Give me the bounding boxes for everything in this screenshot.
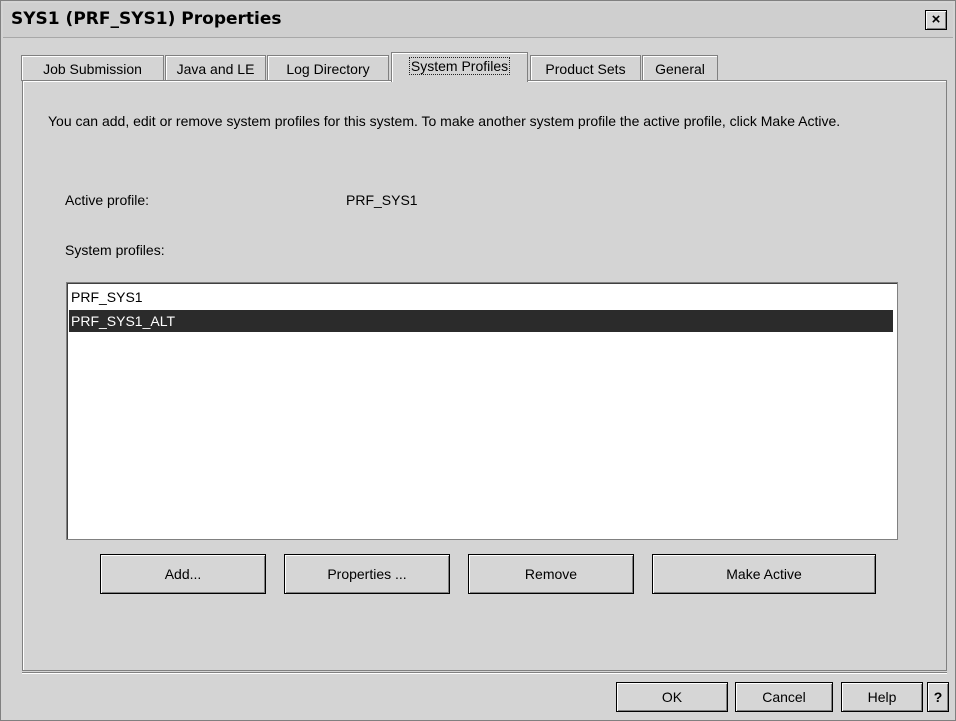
list-item[interactable]: PRF_SYS1 — [69, 286, 893, 308]
system-profiles-label: System profiles: — [65, 242, 165, 258]
remove-button[interactable]: Remove — [468, 554, 634, 594]
title-bar[interactable]: SYS1 (PRF_SYS1) Properties × — [3, 3, 953, 38]
help-button[interactable]: Help — [841, 682, 923, 712]
tab-log-directory[interactable]: Log Directory — [267, 55, 389, 81]
close-button[interactable]: × — [925, 10, 947, 30]
tab-job-submission[interactable]: Job Submission — [21, 55, 164, 81]
question-mark-icon: ? — [933, 689, 943, 705]
list-item-selected[interactable]: PRF_SYS1_ALT — [69, 310, 893, 332]
properties-dialog: SYS1 (PRF_SYS1) Properties × Job Submiss… — [0, 0, 956, 721]
tab-general[interactable]: General — [642, 55, 718, 81]
active-profile-value: PRF_SYS1 — [346, 192, 418, 208]
make-active-button[interactable]: Make Active — [652, 554, 876, 594]
active-profile-label: Active profile: — [65, 192, 150, 208]
footer-divider — [22, 672, 947, 674]
tab-system-profiles[interactable]: System Profiles — [391, 52, 528, 82]
close-icon: × — [931, 11, 941, 28]
context-help-button[interactable]: ? — [927, 682, 949, 712]
panel-description: You can add, edit or remove system profi… — [48, 113, 841, 129]
ok-button[interactable]: OK — [616, 682, 728, 712]
tab-product-sets[interactable]: Product Sets — [530, 55, 641, 81]
system-profiles-list[interactable]: PRF_SYS1 PRF_SYS1_ALT — [66, 282, 898, 540]
cancel-button[interactable]: Cancel — [735, 682, 833, 712]
add-button[interactable]: Add... — [100, 554, 266, 594]
tab-java-and-le[interactable]: Java and LE — [165, 55, 266, 81]
window-title: SYS1 (PRF_SYS1) Properties — [11, 9, 282, 29]
properties-button[interactable]: Properties ... — [284, 554, 450, 594]
